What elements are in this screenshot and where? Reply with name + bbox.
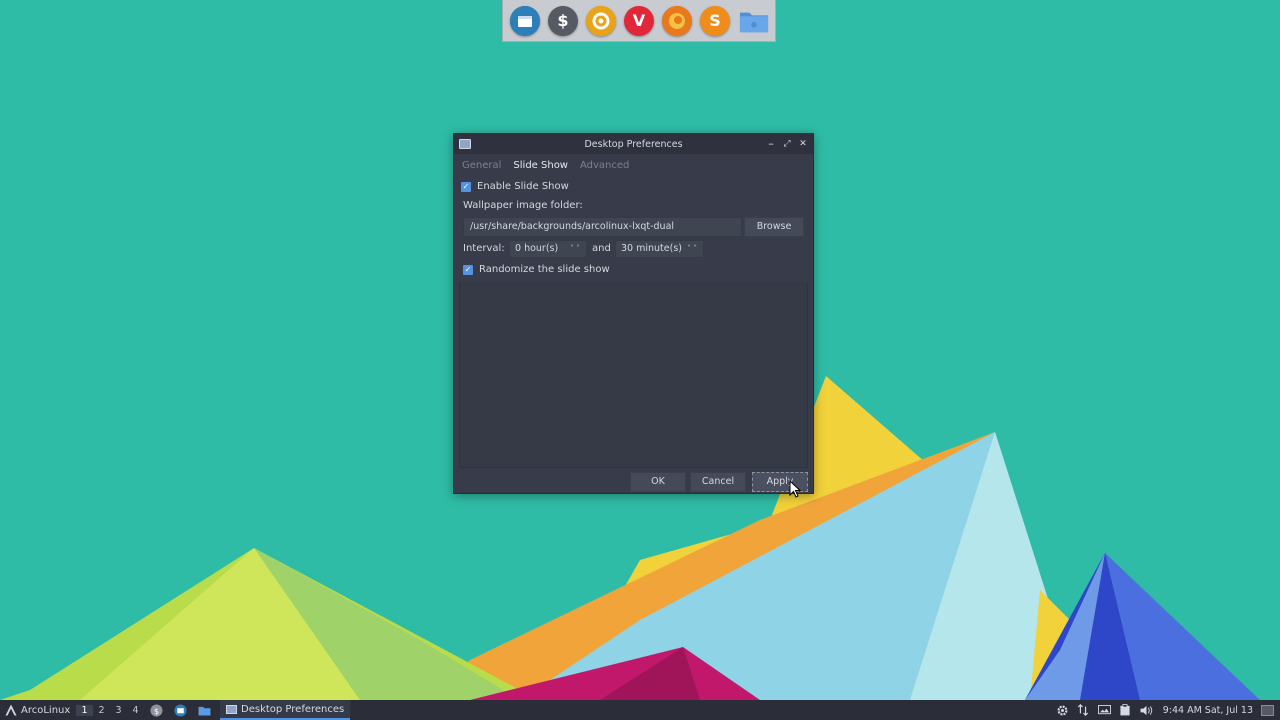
sublime-icon[interactable]: S (700, 5, 730, 36)
cancel-button[interactable]: Cancel (690, 472, 746, 492)
hours-spin-arrows-icon[interactable]: ˅˄ (570, 241, 582, 257)
enable-slideshow-checkbox[interactable]: ✓ (461, 181, 471, 192)
mouse-cursor-icon (789, 480, 801, 498)
minutes-spin-arrows-icon[interactable]: ˅˄ (687, 241, 699, 257)
tab-content-area (459, 282, 808, 468)
clipboard-icon[interactable] (1119, 704, 1132, 717)
start-menu-button[interactable]: ArcoLinux (0, 704, 76, 716)
randomize-label: Randomize the slide show (479, 264, 610, 275)
tab-slide-show[interactable]: Slide Show (513, 160, 568, 178)
workspace-2[interactable]: 2 (93, 705, 110, 716)
minimize-button[interactable]: – (765, 136, 777, 152)
close-button[interactable]: ✕ (797, 136, 809, 152)
and-label: and (592, 243, 611, 254)
top-dock: $ V S (502, 0, 776, 42)
settings-icon[interactable] (586, 5, 616, 36)
firefox-icon[interactable] (662, 5, 692, 36)
task-label: Desktop Preferences (241, 703, 345, 715)
file-manager-icon[interactable] (510, 5, 540, 36)
screenshot-icon[interactable] (1097, 704, 1111, 717)
taskbar-terminal-icon[interactable]: $ (144, 700, 168, 720)
folder-label: Wallpaper image folder: (463, 200, 583, 211)
window-app-icon (459, 139, 471, 149)
wallpaper-folder-input[interactable]: /usr/share/backgrounds/arcolinux-lxqt-du… (463, 217, 742, 237)
hours-spinbox[interactable]: 0 hour(s) ˅˄ (509, 240, 587, 258)
network-transfer-icon[interactable] (1077, 704, 1090, 717)
workspace-3[interactable]: 3 (110, 705, 127, 716)
folder-icon[interactable] (738, 8, 770, 34)
svg-text:$: $ (153, 705, 158, 715)
taskbar-folder-icon[interactable] (192, 700, 216, 720)
hours-value: 0 hour(s) (515, 243, 559, 254)
terminal-icon[interactable]: $ (548, 5, 578, 36)
desktop-preferences-window: Desktop Preferences – ⤢ ✕ General Slide … (453, 133, 814, 494)
start-label: ArcoLinux (21, 704, 71, 716)
workspace-4[interactable]: 4 (127, 705, 144, 716)
titlebar[interactable]: Desktop Preferences – ⤢ ✕ (454, 134, 813, 154)
vivaldi-icon[interactable]: V (624, 5, 654, 36)
randomize-checkbox[interactable]: ✓ (463, 264, 473, 275)
taskbar-task-desktop-preferences[interactable]: Desktop Preferences (220, 700, 351, 720)
tab-general[interactable]: General (462, 160, 501, 178)
gear-icon[interactable] (1056, 704, 1069, 717)
system-tray: 9:44 AM Sat, Jul 13 (1056, 700, 1274, 720)
show-desktop-icon[interactable] (1261, 704, 1274, 717)
randomize-checkbox-row[interactable]: ✓ Randomize the slide show (463, 264, 610, 275)
task-window-icon (226, 704, 237, 714)
tab-bar: General Slide Show Advanced (454, 154, 813, 178)
interval-label: Interval: (463, 243, 505, 254)
maximize-button[interactable]: ⤢ (781, 136, 793, 152)
workspace-1[interactable]: 1 (76, 704, 93, 716)
clock[interactable]: 9:44 AM Sat, Jul 13 (1163, 705, 1253, 716)
volume-icon[interactable] (1140, 704, 1153, 717)
minutes-value: 30 minute(s) (621, 243, 682, 254)
taskbar: ArcoLinux 1 2 3 4 $ Desktop Preferences … (0, 700, 1280, 720)
minutes-spinbox[interactable]: 30 minute(s) ˅˄ (615, 240, 704, 258)
window-controls: – ⤢ ✕ (765, 136, 809, 152)
terminal-glyph: $ (557, 11, 569, 30)
window-title: Desktop Preferences (584, 138, 683, 150)
arcolinux-logo-icon (5, 704, 17, 716)
tab-advanced[interactable]: Advanced (580, 160, 629, 178)
enable-slideshow-label: Enable Slide Show (477, 181, 569, 192)
browse-button[interactable]: Browse (744, 217, 804, 237)
sublime-glyph: S (709, 11, 721, 30)
taskbar-file-manager-icon[interactable] (168, 700, 192, 720)
vivaldi-glyph: V (632, 11, 646, 30)
ok-button[interactable]: OK (630, 472, 686, 492)
enable-slideshow-checkbox-row[interactable]: ✓ Enable Slide Show (461, 181, 569, 192)
